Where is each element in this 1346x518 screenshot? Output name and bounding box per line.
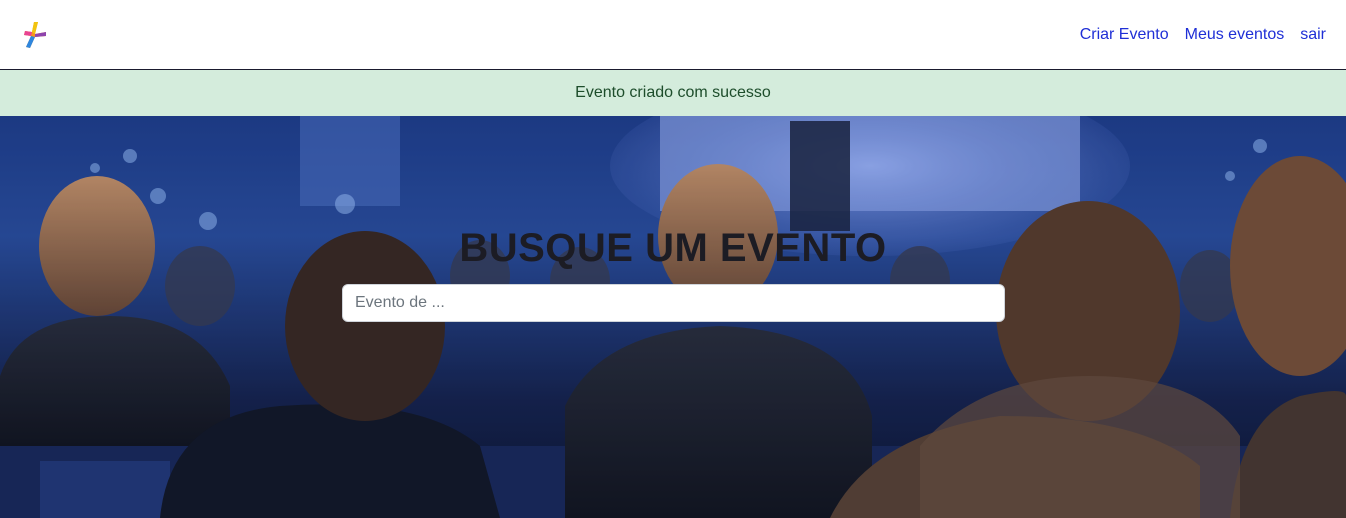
nav-sair-link[interactable]: sair bbox=[1300, 26, 1326, 44]
hero-section: BUSQUE UM EVENTO bbox=[0, 116, 1346, 518]
nav-meus-eventos-link[interactable]: Meus eventos bbox=[1185, 26, 1285, 44]
star-logo-icon[interactable] bbox=[22, 20, 50, 50]
nav-criar-evento-link[interactable]: Criar Evento bbox=[1080, 26, 1169, 44]
hero-title: BUSQUE UM EVENTO bbox=[459, 226, 887, 270]
navbar: Criar Evento Meus eventos sair bbox=[0, 0, 1346, 70]
success-alert: Evento criado com sucesso bbox=[0, 70, 1346, 116]
alert-message: Evento criado com sucesso bbox=[575, 84, 771, 101]
event-search-input[interactable] bbox=[342, 284, 1005, 322]
nav-links: Criar Evento Meus eventos sair bbox=[1080, 26, 1326, 44]
